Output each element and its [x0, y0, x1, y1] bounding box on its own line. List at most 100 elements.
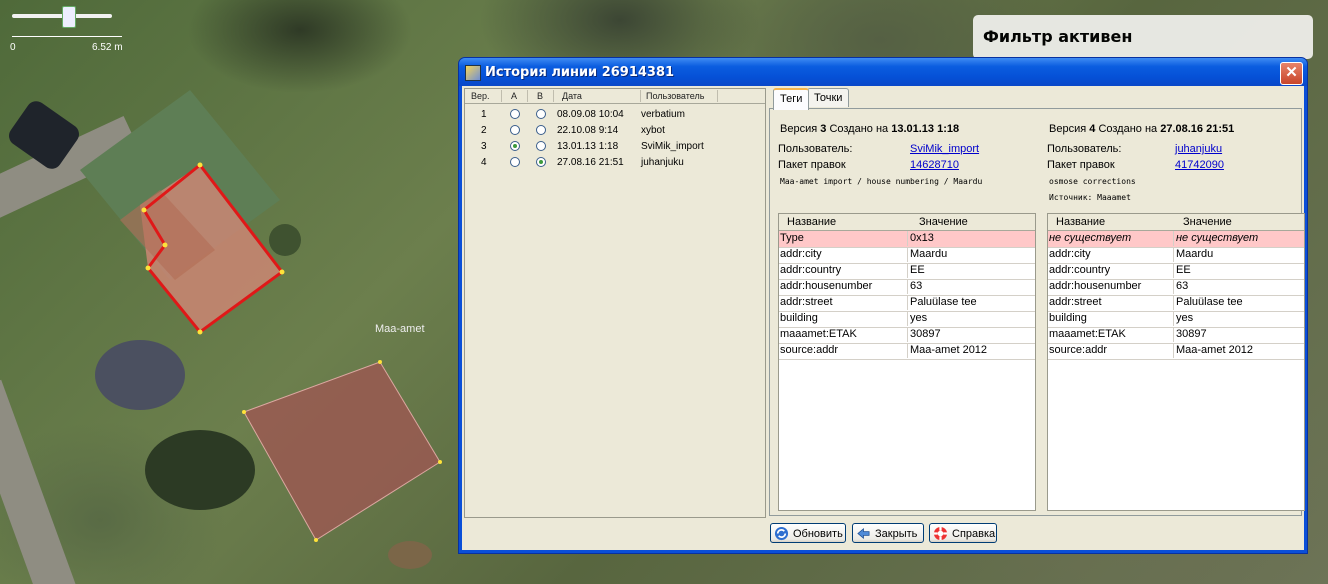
tab-panel: Теги Точки Версия 3 Создано на 13.01.13 …: [769, 88, 1305, 516]
compare-a-radio[interactable]: [510, 125, 520, 135]
tags-tab-content: Версия 3 Создано на 13.01.13 1:18 Пользо…: [769, 108, 1305, 516]
dialog-content: Вер. A B Дата Пользователь 1 08.09.08 10:…: [462, 86, 1305, 550]
version-date: 22.10.08 9:14: [557, 125, 619, 136]
tag-value: не существует: [1173, 231, 1258, 246]
version-list: Вер. A B Дата Пользователь 1 08.09.08 10:…: [464, 88, 766, 518]
tag-row[interactable]: addr:housenumber 63: [779, 279, 1035, 296]
imagery-label: Maa-amet: [375, 323, 425, 335]
tag-value: Paluülase tee: [1173, 295, 1243, 310]
way-history-dialog: История линии 26914381 ✕ Вер. A B Дата П…: [458, 57, 1308, 554]
map-scale: 0 6.52 m: [8, 4, 128, 54]
version-row[interactable]: 4 27.08.16 21:51 juhanjuku: [465, 155, 765, 171]
tag-value: yes: [1173, 311, 1193, 326]
col-header-version[interactable]: Вер.: [471, 91, 490, 101]
close-button[interactable]: Закрыть: [852, 523, 924, 543]
tag-key: Type: [780, 232, 804, 244]
filter-active-banner: Фильтр активен: [973, 15, 1313, 59]
tag-row[interactable]: addr:housenumber 63: [1048, 279, 1304, 296]
version-row[interactable]: 1 08.09.08 10:04 verbatium: [465, 107, 765, 123]
col-header-user[interactable]: Пользователь: [646, 91, 704, 101]
refresh-button-label: Обновить: [793, 528, 843, 540]
tag-value: Maardu: [907, 247, 947, 262]
tag-key: building: [780, 312, 818, 324]
tag-row[interactable]: не существует не существует: [1048, 231, 1304, 248]
tag-value: yes: [907, 311, 927, 326]
col-header-b[interactable]: B: [537, 91, 543, 101]
col-header-a[interactable]: A: [511, 91, 517, 101]
right-col-name[interactable]: Название: [1056, 216, 1105, 228]
help-button[interactable]: Справка: [929, 523, 997, 543]
right-tag-table: Название Значение не существует не сущест…: [1047, 213, 1305, 511]
close-button-label: Закрыть: [875, 528, 918, 540]
tag-row[interactable]: building yes: [779, 311, 1035, 328]
col-header-date[interactable]: Дата: [562, 91, 582, 101]
compare-a-radio[interactable]: [510, 157, 520, 167]
dialog-button-bar: Обновить Закрыть Справка: [462, 514, 1304, 550]
right-changeset-label: Пакет правок: [1047, 159, 1115, 171]
compare-a-radio[interactable]: [510, 141, 520, 151]
tag-row[interactable]: addr:street Paluülase tee: [1048, 295, 1304, 312]
compare-a-radio[interactable]: [510, 109, 520, 119]
compare-b-radio[interactable]: [536, 157, 546, 167]
help-button-label: Справка: [952, 528, 996, 540]
compare-b-radio[interactable]: [536, 109, 546, 119]
tag-key: source:addr: [780, 344, 839, 356]
right-changeset-link[interactable]: 41742090: [1175, 159, 1224, 171]
lifebuoy-help-icon: [933, 526, 948, 541]
tag-row[interactable]: source:addr Maa-amet 2012: [1048, 343, 1304, 360]
left-changeset-comment: Maa-amet import / house numbering / Maar…: [780, 177, 983, 186]
tag-key: addr:country: [1049, 264, 1111, 276]
right-col-value[interactable]: Значение: [1183, 216, 1232, 228]
version-number: 4: [481, 157, 487, 168]
tag-key: addr:country: [780, 264, 842, 276]
tag-value: 0x13: [907, 231, 934, 246]
left-col-name[interactable]: Название: [787, 216, 836, 228]
left-tag-table-header: Название Значение: [779, 214, 1035, 231]
version-number: 2: [481, 125, 487, 136]
left-changeset-label: Пакет правок: [778, 159, 846, 171]
tag-key: addr:city: [780, 248, 822, 260]
tag-value: Paluülase tee: [907, 295, 977, 310]
tag-row[interactable]: maaamet:ETAK 30897: [1048, 327, 1304, 344]
tag-value: 63: [1173, 279, 1188, 294]
tag-row[interactable]: maaamet:ETAK 30897: [779, 327, 1035, 344]
tag-row[interactable]: source:addr Maa-amet 2012: [779, 343, 1035, 360]
filter-banner-text: Фильтр активен: [983, 27, 1133, 46]
right-changeset-comment: osmose corrections: [1049, 177, 1136, 186]
tag-value: EE: [1173, 263, 1191, 278]
version-user: juhanjuku: [641, 157, 684, 168]
map-features: [9, 90, 442, 569]
tag-value: Maardu: [1173, 247, 1213, 262]
tab-tags[interactable]: Теги: [773, 88, 810, 110]
tag-key: maaamet:ETAK: [780, 328, 857, 340]
version-row[interactable]: 3 13.01.13 1:18 SviMik_import: [465, 139, 765, 155]
close-window-button[interactable]: ✕: [1280, 62, 1303, 85]
version-number: 3: [481, 141, 487, 152]
tag-row[interactable]: building yes: [1048, 311, 1304, 328]
right-version-heading: Версия 4 Создано на 27.08.16 21:51: [1049, 123, 1235, 135]
compare-b-radio[interactable]: [536, 141, 546, 151]
tag-key: addr:street: [1049, 296, 1102, 308]
tag-row[interactable]: addr:country EE: [779, 263, 1035, 280]
zoom-slider-handle[interactable]: [62, 6, 76, 28]
tag-row[interactable]: Type 0x13: [779, 231, 1035, 248]
left-user-link[interactable]: SviMik_import: [910, 143, 979, 155]
left-tag-table: Название Значение Type 0x13 addr:city Maard…: [778, 213, 1036, 511]
left-user-label: Пользователь:: [778, 143, 853, 155]
josm-app-icon: [465, 65, 481, 81]
dialog-title-bar[interactable]: История линии 26914381 ✕: [459, 58, 1307, 86]
right-user-link[interactable]: juhanjuku: [1175, 143, 1222, 155]
tag-row[interactable]: addr:city Maardu: [779, 247, 1035, 264]
left-changeset-link[interactable]: 14628710: [910, 159, 959, 171]
tag-row[interactable]: addr:country EE: [1048, 263, 1304, 280]
scale-start-label: 0: [10, 42, 16, 53]
tab-nodes[interactable]: Точки: [807, 88, 850, 107]
tag-row[interactable]: addr:city Maardu: [1048, 247, 1304, 264]
version-row[interactable]: 2 22.10.08 9:14 xybot: [465, 123, 765, 139]
compare-b-radio[interactable]: [536, 125, 546, 135]
tag-key: source:addr: [1049, 344, 1108, 356]
left-col-value[interactable]: Значение: [919, 216, 968, 228]
version-date: 27.08.16 21:51: [557, 157, 624, 168]
tag-row[interactable]: addr:street Paluülase tee: [779, 295, 1035, 312]
refresh-button[interactable]: Обновить: [770, 523, 846, 543]
